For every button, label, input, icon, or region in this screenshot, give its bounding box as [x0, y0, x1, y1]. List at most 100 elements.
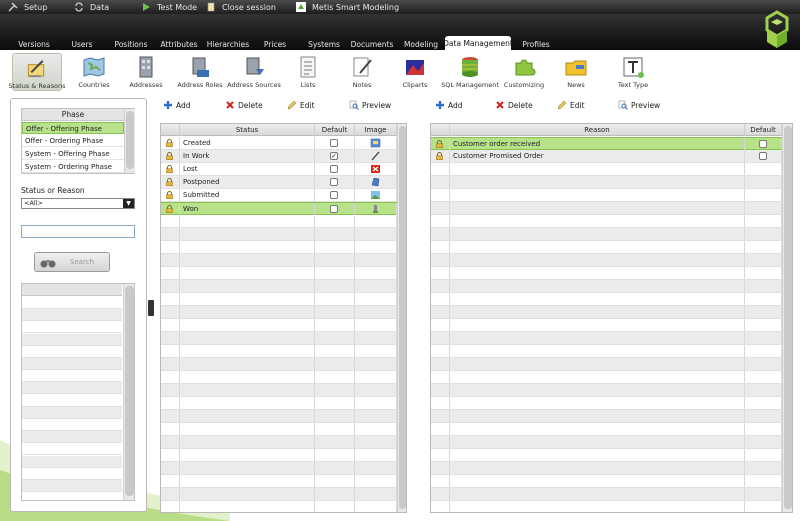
table-row[interactable]: [161, 462, 397, 475]
search-input[interactable]: [21, 225, 135, 238]
tab-users[interactable]: Users: [66, 38, 98, 50]
table-row[interactable]: [161, 449, 397, 462]
tab-profiles[interactable]: Profiles: [518, 38, 554, 50]
status-add-button[interactable]: Add: [163, 99, 191, 111]
table-row[interactable]: [161, 345, 397, 358]
table-row[interactable]: [161, 319, 397, 332]
phase-item[interactable]: Offer - Offering Phase: [22, 122, 124, 134]
table-row[interactable]: [431, 254, 782, 267]
tab-positions[interactable]: Positions: [110, 38, 152, 50]
default-checkbox[interactable]: ✓: [330, 152, 338, 160]
tab-data-management[interactable]: Data Management: [443, 36, 513, 50]
table-row[interactable]: [431, 280, 782, 293]
topbar-data[interactable]: Data: [74, 0, 109, 14]
list-item[interactable]: [22, 309, 122, 322]
tab-prices[interactable]: Prices: [258, 38, 292, 50]
list-item[interactable]: [22, 419, 122, 431]
tool-sql-management[interactable]: SQL Management: [441, 52, 499, 92]
status-grid-scrollbar[interactable]: [397, 124, 406, 512]
status-delete-button[interactable]: Delete: [225, 99, 263, 111]
tab-hierarchies[interactable]: Hierarchies: [204, 38, 252, 50]
tool-cliparts[interactable]: Cliparts: [402, 52, 428, 92]
table-row[interactable]: [161, 241, 397, 254]
table-row[interactable]: [161, 254, 397, 267]
table-row[interactable]: [431, 475, 782, 488]
table-row[interactable]: [431, 189, 782, 202]
table-row[interactable]: [431, 241, 782, 254]
tool-news[interactable]: News: [565, 52, 587, 92]
table-row[interactable]: Won: [161, 202, 397, 215]
table-row[interactable]: [431, 449, 782, 462]
table-row[interactable]: [431, 163, 782, 176]
list-item[interactable]: [22, 358, 122, 370]
list-item[interactable]: [22, 346, 122, 358]
table-row[interactable]: [431, 410, 782, 423]
table-row[interactable]: [431, 358, 782, 371]
table-row[interactable]: [431, 215, 782, 228]
list-item[interactable]: [22, 468, 122, 480]
tool-address-sources[interactable]: Address Sources: [227, 52, 281, 92]
tab-modeling[interactable]: Modeling: [402, 38, 440, 50]
table-row[interactable]: [431, 436, 782, 449]
list-item[interactable]: [22, 406, 122, 419]
table-row[interactable]: Postponed: [161, 176, 397, 189]
tool-addresses[interactable]: Addresses: [128, 52, 164, 92]
reason-edit-button[interactable]: Edit: [557, 99, 585, 111]
table-row[interactable]: [431, 462, 782, 475]
table-row[interactable]: [431, 371, 782, 384]
reason-default-column-header[interactable]: Default: [745, 124, 782, 136]
default-checkbox[interactable]: [330, 165, 338, 173]
list-item[interactable]: [22, 297, 122, 309]
table-row[interactable]: [431, 228, 782, 241]
table-row[interactable]: [431, 319, 782, 332]
list-item[interactable]: [22, 382, 122, 395]
table-row[interactable]: [161, 488, 397, 501]
table-row[interactable]: [161, 332, 397, 345]
reason-grid-scrollbar[interactable]: [782, 124, 792, 512]
tab-attributes[interactable]: Attributes: [157, 38, 201, 50]
table-row[interactable]: [431, 332, 782, 345]
default-checkbox[interactable]: [759, 152, 767, 160]
table-row[interactable]: [431, 501, 782, 512]
tool-text-type[interactable]: Text Type: [616, 52, 650, 92]
table-row[interactable]: Submitted: [161, 189, 397, 202]
tool-customizing[interactable]: Customizing: [504, 52, 544, 92]
table-row[interactable]: [161, 410, 397, 423]
tool-address-roles[interactable]: Address Roles: [177, 52, 223, 92]
reason-column-header[interactable]: Reason: [450, 124, 745, 136]
table-row[interactable]: [161, 228, 397, 241]
table-row[interactable]: [161, 397, 397, 410]
list-item[interactable]: [22, 370, 122, 383]
tool-countries[interactable]: Countries: [78, 52, 110, 92]
topbar-close-session[interactable]: Close session: [206, 0, 276, 14]
table-row[interactable]: [161, 436, 397, 449]
table-row[interactable]: Customer order received: [431, 137, 782, 150]
default-checkbox[interactable]: [330, 205, 338, 213]
table-row[interactable]: [431, 345, 782, 358]
table-row[interactable]: [431, 384, 782, 397]
image-column-header[interactable]: Image: [355, 124, 397, 136]
table-row[interactable]: [161, 423, 397, 436]
search-button[interactable]: Search: [34, 252, 110, 272]
phase-item[interactable]: System - Offering Phase: [22, 148, 124, 160]
phase-scrollbar[interactable]: [124, 109, 135, 173]
status-column-header[interactable]: Status: [180, 124, 315, 136]
list-item[interactable]: [22, 321, 122, 334]
list-item[interactable]: [22, 395, 122, 407]
tab-documents[interactable]: Documents: [348, 38, 396, 50]
table-row[interactable]: [161, 215, 397, 228]
table-row[interactable]: [161, 475, 397, 488]
status-edit-button[interactable]: Edit: [287, 99, 315, 111]
results-scrollbar[interactable]: [123, 284, 134, 500]
reason-preview-button[interactable]: Preview: [618, 99, 660, 111]
table-row[interactable]: [161, 501, 397, 512]
list-item[interactable]: [22, 443, 122, 456]
table-row[interactable]: [161, 384, 397, 397]
table-row[interactable]: [161, 280, 397, 293]
table-row[interactable]: [161, 371, 397, 384]
table-row[interactable]: [431, 202, 782, 215]
table-row[interactable]: Created: [161, 137, 397, 150]
list-item[interactable]: [22, 492, 122, 500]
list-item[interactable]: [22, 431, 122, 444]
status-preview-button[interactable]: Preview: [349, 99, 391, 111]
